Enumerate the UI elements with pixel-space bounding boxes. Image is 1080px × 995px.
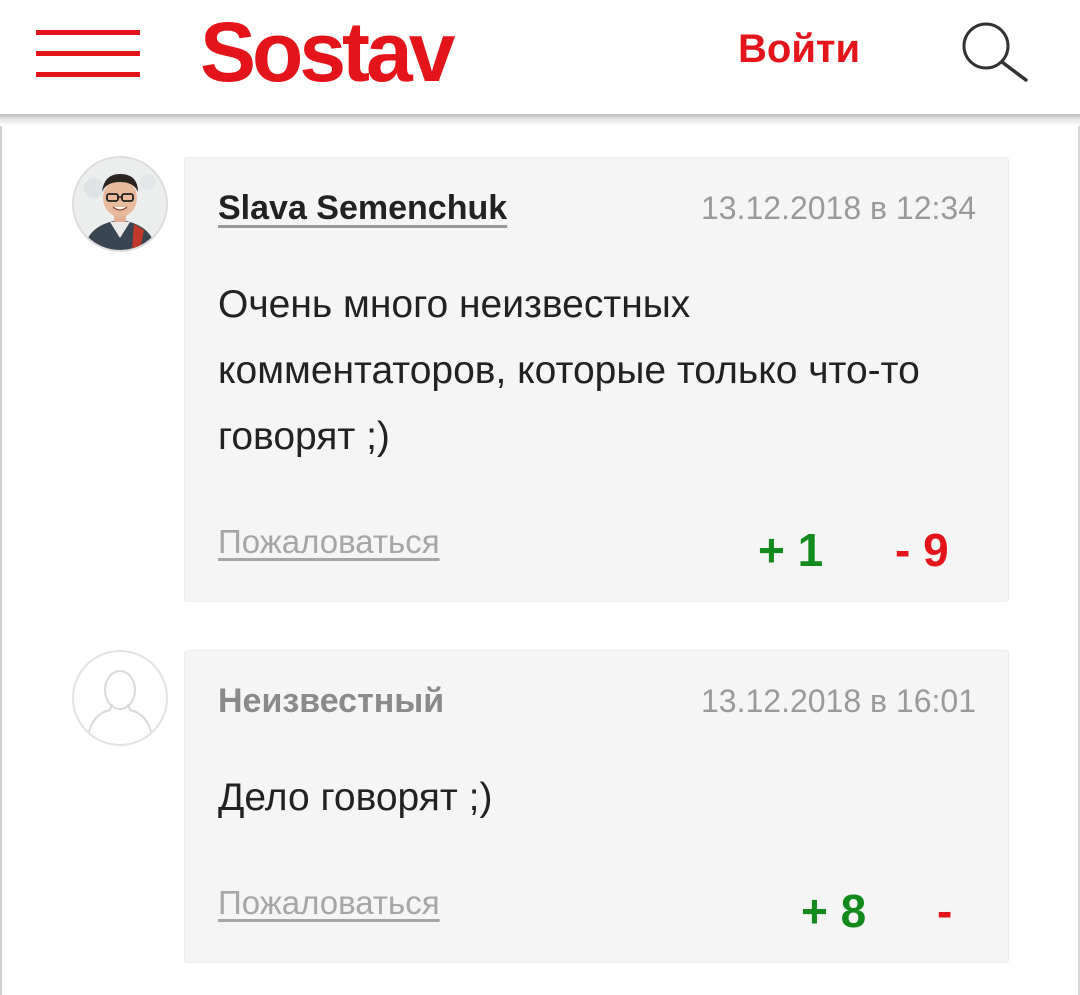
user-photo-icon bbox=[74, 158, 166, 250]
comment-author: Неизвестный bbox=[218, 682, 445, 720]
site-logo[interactable]: Sostav bbox=[200, 2, 455, 102]
avatar[interactable] bbox=[72, 156, 168, 252]
comment-card: Slava Semenchuk 13.12.2018 в 12:34 Очень… bbox=[184, 157, 1009, 602]
page-left-border bbox=[0, 0, 2, 995]
comment-date: 13.12.2018 в 12:34 bbox=[700, 190, 976, 226]
complain-link[interactable]: Пожаловаться bbox=[218, 883, 440, 923]
menu-line bbox=[36, 72, 140, 77]
avatar-placeholder[interactable] bbox=[72, 650, 168, 746]
comment-card: Неизвестный 13.12.2018 в 16:01 Дело гово… bbox=[184, 650, 1009, 963]
menu-line bbox=[36, 30, 140, 35]
header-shadow bbox=[0, 114, 1080, 126]
vote-down-button[interactable]: - bbox=[937, 885, 952, 937]
comment-text: Дело говорят ;) bbox=[218, 776, 493, 819]
menu-line bbox=[36, 51, 140, 56]
vote-up-button[interactable]: + 8 bbox=[801, 885, 866, 937]
complain-link[interactable]: Пожаловаться bbox=[218, 522, 440, 562]
hamburger-menu-icon[interactable] bbox=[36, 30, 140, 78]
search-icon[interactable] bbox=[958, 22, 1030, 82]
user-silhouette-icon bbox=[87, 670, 153, 737]
comment-text: Очень много неизвестных комментаторов, к… bbox=[218, 283, 920, 458]
comment-author-link[interactable]: Slava Semenchuk bbox=[218, 188, 507, 228]
vote-up-button[interactable]: + 1 bbox=[758, 524, 823, 576]
login-link[interactable]: Войти bbox=[738, 24, 860, 74]
vote-down-button[interactable]: - 9 bbox=[895, 524, 949, 576]
comment-date: 13.12.2018 в 16:01 bbox=[700, 683, 976, 719]
site-header: Sostav Войти bbox=[0, 0, 1080, 114]
